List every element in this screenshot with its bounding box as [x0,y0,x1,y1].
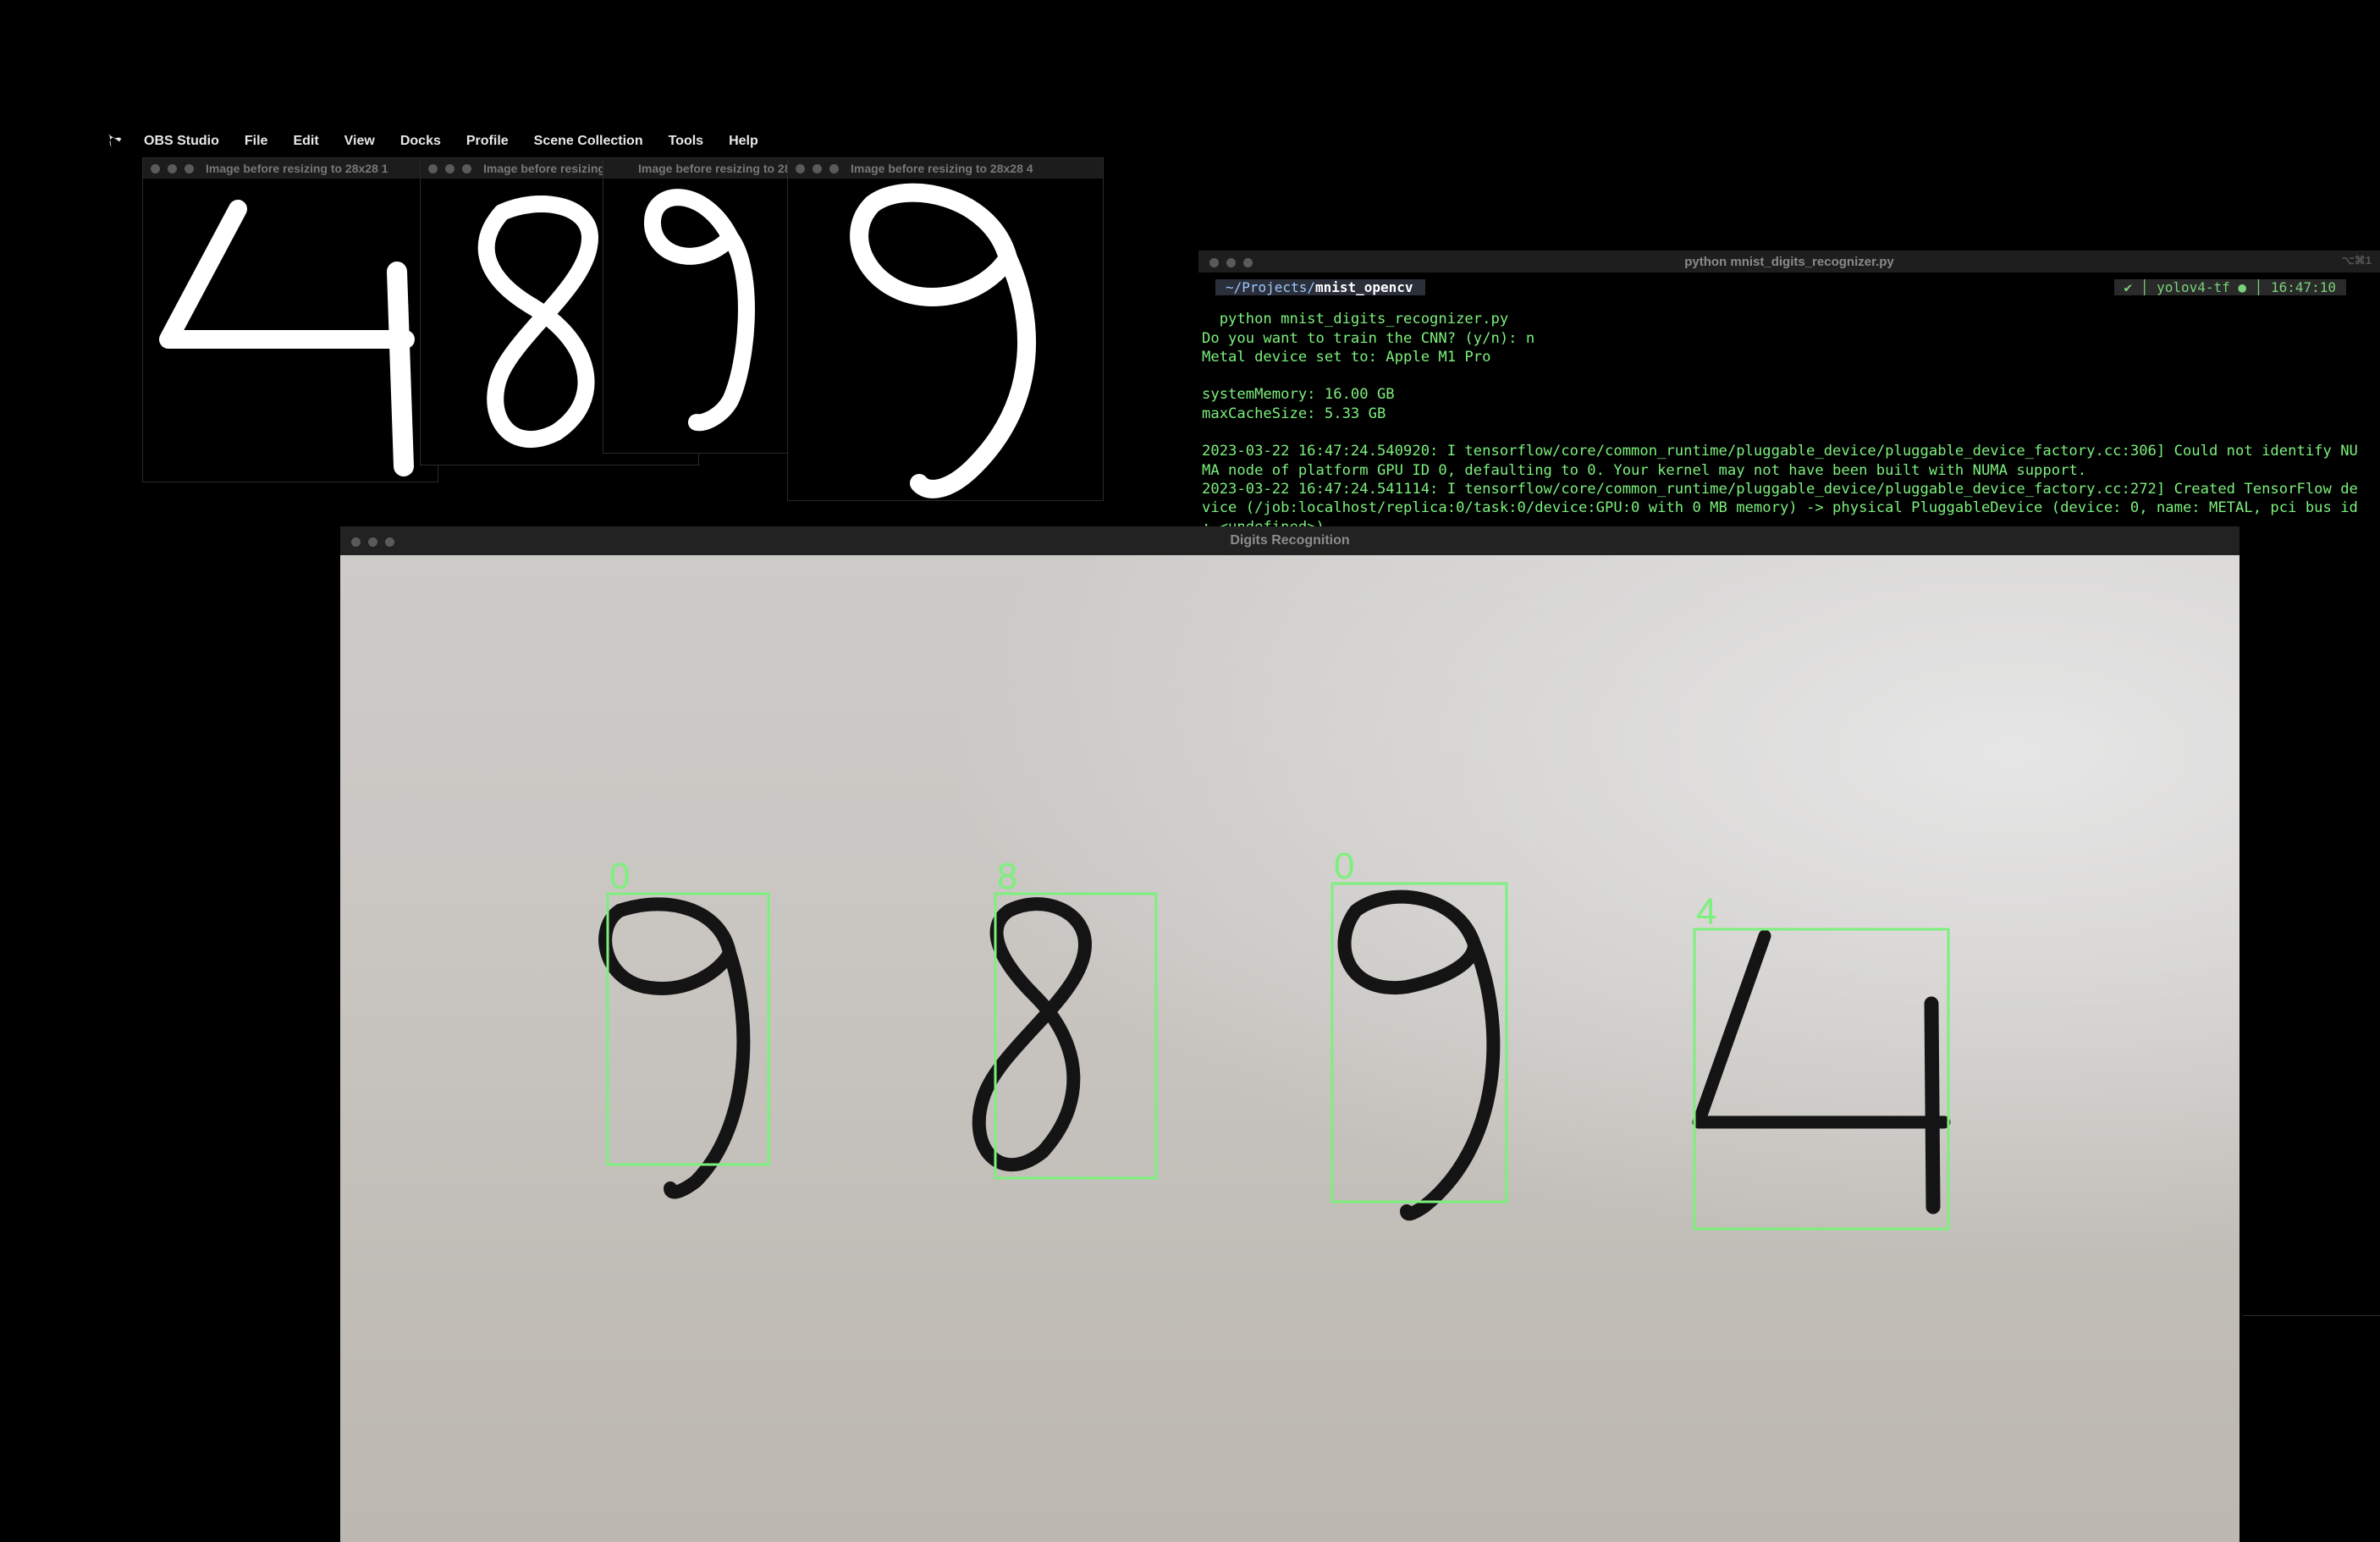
detection-box-3 [1330,882,1508,1203]
menu-view[interactable]: View [344,134,375,149]
menu-app-name[interactable]: OBS Studio [144,134,219,149]
minimize-icon[interactable] [445,163,455,173]
preview-window-4[interactable]: Image before resizing to 28x28 4 [787,157,1104,501]
terminal-titlebar[interactable]: python mnist_digits_recognizer.py ⌥⌘1 [1198,251,2380,273]
zoom-icon[interactable] [185,163,194,173]
preview-window-3-titlebar[interactable]: Image before resizing to 28x28 3 [603,158,805,179]
detections-layer: 0 8 0 4 [606,845,1950,1231]
menu-docks[interactable]: Docks [400,134,441,149]
close-icon[interactable] [1209,258,1219,267]
menu-file[interactable]: File [245,134,268,149]
menu-edit[interactable]: Edit [293,134,318,149]
minimize-icon[interactable] [168,163,177,173]
camera-feed-overlay: 0 8 0 4 [598,845,1951,1231]
menu-scene-collection[interactable]: Scene Collection [534,134,643,149]
menu-profile[interactable]: Profile [466,134,509,149]
menu-tools[interactable]: Tools [669,134,703,149]
minimize-icon[interactable] [1226,258,1236,267]
preview-window-3-title: Image before resizing to 28x28 3 [638,162,805,175]
preview-window-1-title: Image before resizing to 28x28 1 [206,162,388,175]
close-icon[interactable] [351,537,361,547]
terminal-fragment-1: 0 Hz [0,0,28,14]
digits-recognition-window[interactable]: Digits Recognition 0 8 0 4 [340,526,2240,1542]
preview-digit-9-large [850,183,1036,498]
digits-recognition-titlebar[interactable]: Digits Recognition [340,526,2240,555]
preview-window-1-titlebar[interactable]: Image before resizing to 28x28 1 [143,158,438,179]
zoom-icon[interactable] [385,537,394,547]
preview-window-1[interactable]: Image before resizing to 28x28 1 [142,157,438,482]
close-icon[interactable] [796,163,805,173]
preview-digit-9 [644,189,755,432]
close-icon[interactable] [151,163,160,173]
detection-label-4: 4 [1696,891,1716,933]
terminal-title: python mnist_digits_recognizer.py [1684,254,1894,269]
minimize-icon[interactable] [368,537,377,547]
camera-feed: 0 8 0 4 [340,555,2240,1542]
digits-recognition-title: Digits Recognition [1230,533,1350,548]
divider [2243,1315,2380,1316]
terminal-output: python mnist_digits_recognizer.py Do you… [1202,311,2358,535]
detection-label-1: 0 [609,856,630,897]
minimize-icon[interactable] [813,163,822,173]
detection-box-4 [1693,928,1950,1231]
menu-bar: OBS Studio File Edit View Docks Profile … [106,130,784,152]
detection-label-2: 8 [997,856,1017,897]
terminal-shortcut: ⌥⌘1 [2341,254,2372,267]
preview-digit-4 [159,200,415,476]
terminal-fragment-2: imizer for devic [0,15,91,30]
close-icon[interactable] [428,163,438,173]
preview-window-3[interactable]: Image before resizing to 28x28 3 [603,157,806,454]
zoom-icon[interactable] [829,163,839,173]
menu-help[interactable]: Help [729,134,758,149]
preview-window-4-titlebar[interactable]: Image before resizing to 28x28 4 [788,158,1103,179]
zoom-icon[interactable] [1243,258,1253,267]
detection-label-3: 0 [1334,845,1354,887]
apple-logo-icon[interactable] [106,133,124,150]
zoom-icon[interactable] [462,163,471,173]
preview-window-4-title: Image before resizing to 28x28 4 [851,162,1033,175]
